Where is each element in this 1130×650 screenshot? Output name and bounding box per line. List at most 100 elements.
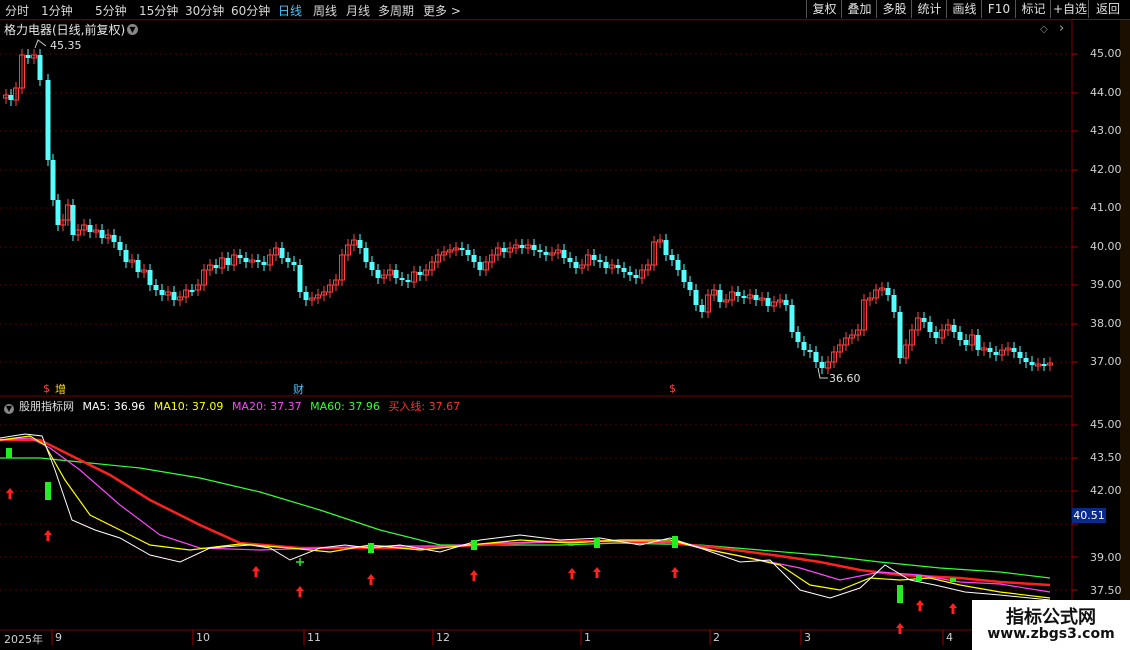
y-tick: 42.00 [1090,163,1122,176]
date-label: 4 [946,631,953,644]
candle-body [531,245,537,250]
watermark: 指标公式网 www.zbgs3.com [972,600,1130,650]
candle-body [45,80,51,160]
candle-body [375,270,381,278]
candle-body [717,290,723,302]
candle-body [37,55,43,80]
buy-arrow [949,603,957,614]
candle-body [393,270,399,278]
candle-body [1023,358,1029,362]
y-tick: 38.00 [1090,317,1122,330]
candle-body [603,262,609,268]
candle-body [987,348,993,352]
signal-bar [6,448,12,458]
candle-body [765,298,771,306]
candle-body [159,290,165,295]
candle-body [693,290,699,305]
candle-body [621,268,627,272]
candle-body [291,262,297,265]
candle-body [921,318,927,322]
candle-body [255,260,261,262]
candle-body [807,350,813,352]
candle-body [243,258,249,262]
candle-body [957,332,963,340]
indicator-y-tick: 45.00 [1090,418,1122,431]
candle-body [591,255,597,260]
signal-bar [368,543,374,553]
candle-body [477,262,483,270]
signal-bar [950,578,956,582]
candle-body [627,272,633,275]
candle-body [471,255,477,262]
date-label: 2 [713,631,720,644]
candle-body [543,252,549,255]
candle-body [891,295,897,312]
buy-arrow [671,567,679,578]
ma20-line [0,437,1051,593]
candle-body [675,260,681,270]
candle-body [117,242,123,250]
candle-body [819,362,825,368]
candle-body [681,270,687,282]
candle-body [70,205,76,235]
candle-body [975,335,981,350]
y-tick: 44.00 [1090,86,1122,99]
candle-body [993,352,999,355]
candle-body [111,235,117,242]
candle-body [789,305,795,332]
candle-body [50,160,56,200]
increase-marker[interactable]: 增 [55,381,66,397]
chevron-down-icon[interactable]: ▼ [4,404,14,414]
signal-bar [916,575,922,581]
buy-arrow [568,568,576,579]
ma60-line [0,457,1051,579]
y-tick: 45.00 [1090,47,1122,60]
candle-body [417,272,423,275]
dividend-marker[interactable]: $ [669,382,676,395]
candle-body [597,260,603,262]
candle-body [1011,348,1017,352]
candle-body [285,258,291,262]
y-tick: 43.00 [1090,124,1122,137]
buy-arrow [916,600,924,611]
y-tick: 41.00 [1090,201,1122,214]
buy-arrow [470,570,478,581]
candle-body [537,250,543,252]
candle-body [1029,362,1035,365]
candle-body [933,332,939,338]
y-tick: 40.00 [1090,240,1122,253]
candle-body [55,200,61,225]
date-label: 11 [307,631,321,644]
buy-arrow [44,530,52,541]
buy-line-value: 买入线: 37.67 [388,400,461,413]
candle-body [237,255,243,258]
low-pointer [817,367,828,379]
buy-arrow [367,574,375,585]
candle-body [147,270,153,285]
watermark-url: www.zbgs3.com [987,626,1115,642]
buy-arrow [6,488,14,499]
signal-bar [594,538,600,548]
finance-marker[interactable]: 财 [293,381,304,397]
candle-body [87,225,93,232]
candle-body [399,278,405,280]
candle-body [735,292,741,296]
chart-canvas[interactable] [0,0,1130,650]
dividend-marker[interactable]: $ [43,382,50,395]
ma20-value: MA20: 37.37 [231,400,302,413]
signal-bar [897,585,903,603]
candle-body [573,262,579,268]
signal-bar [45,482,51,500]
candle-body [369,262,375,270]
signal-bar [471,540,477,550]
candle-body [213,265,219,268]
candle-body [699,305,705,312]
candle-body [297,265,303,292]
indicator-name[interactable]: 股朋指标网 [19,400,74,413]
candle-body [405,280,411,282]
candle-body [663,240,669,255]
candle-body [171,292,177,300]
candle-body [669,255,675,260]
candle-body [519,245,525,248]
date-label: 2025年 [4,633,43,646]
